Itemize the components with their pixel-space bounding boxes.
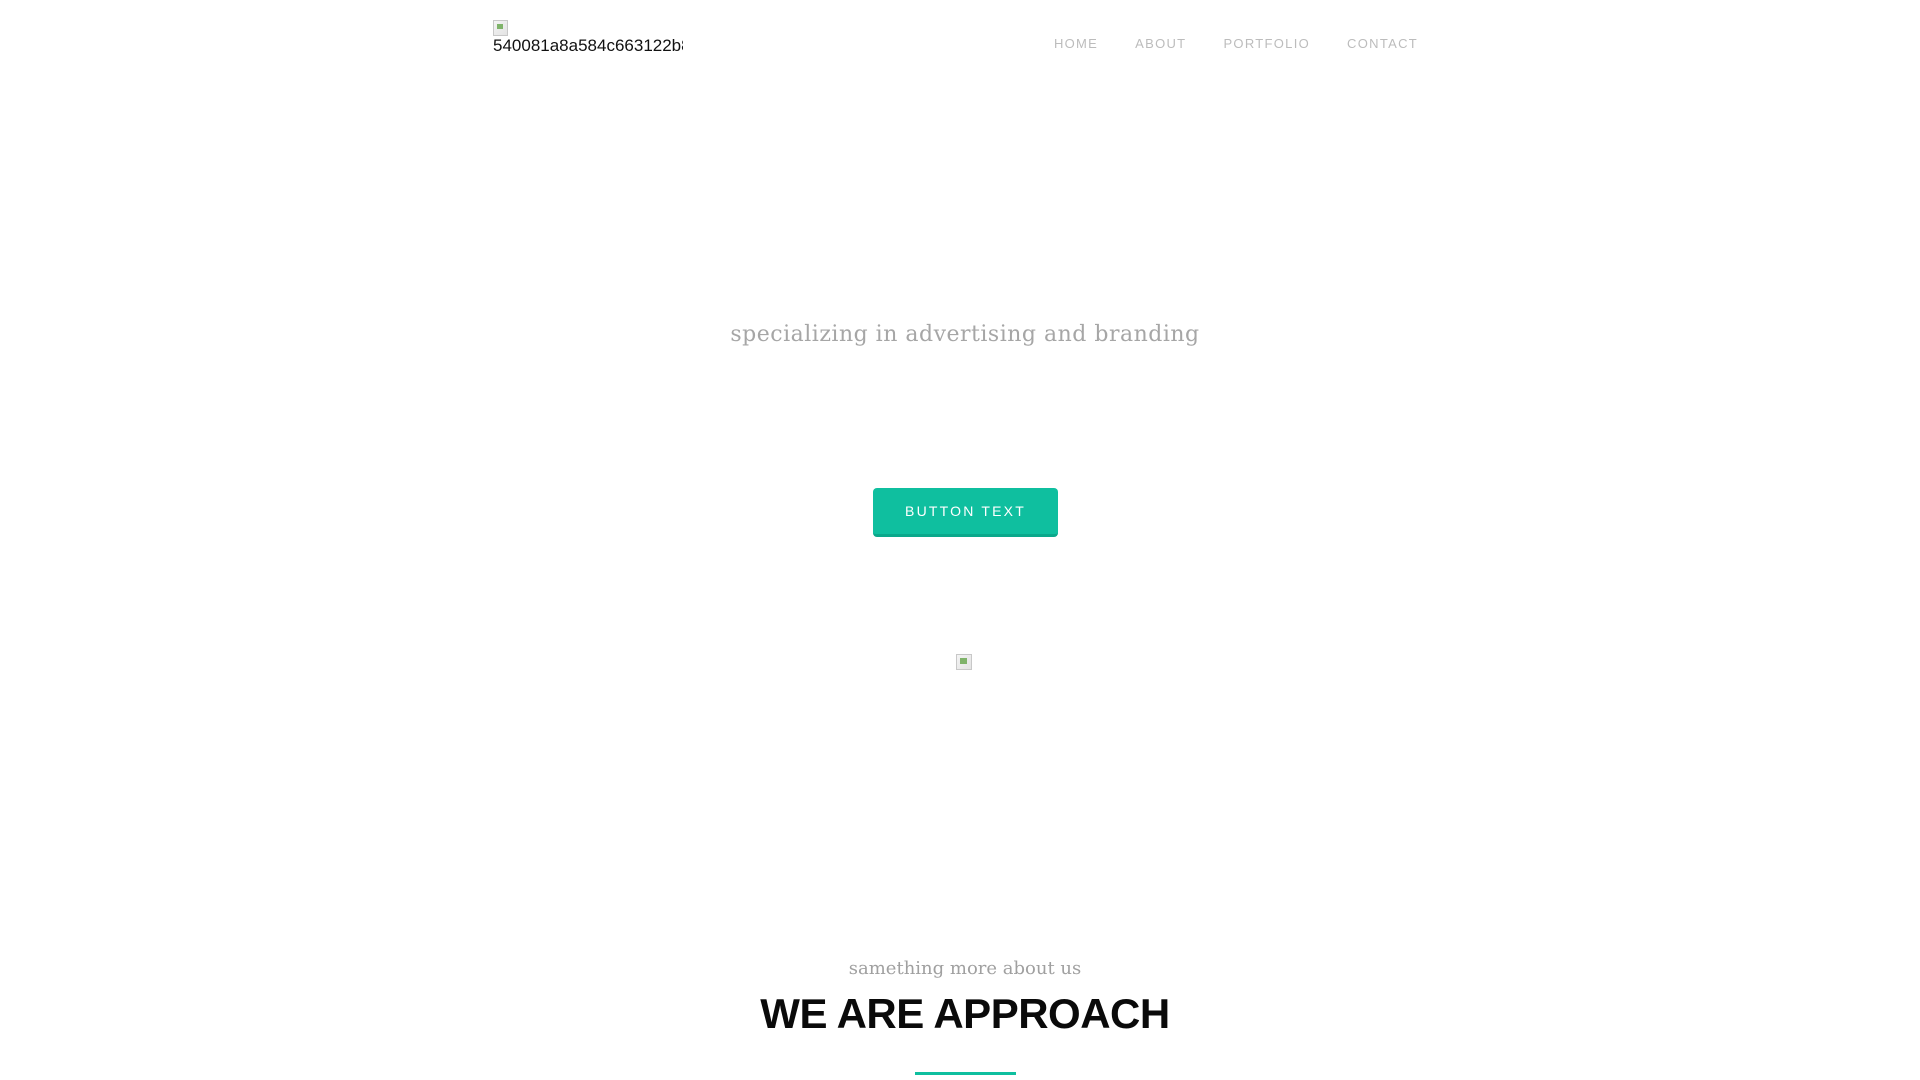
broken-image-icon [493,20,508,36]
section-divider [915,1072,1016,1075]
logo-alt-text: 540081a8a584c663122b89 [493,36,683,55]
hero-tagline: specializing in advertising and branding [730,322,1200,347]
nav-contact[interactable]: CONTACT [1347,36,1418,52]
hero-cta-button[interactable]: BUTTON TEXT [873,488,1058,537]
broken-image-icon [956,654,972,670]
nav-about[interactable]: ABOUT [1135,36,1186,52]
page: 540081a8a584c663122b89 HOME ABOUT PORTFO… [0,0,1920,1080]
nav-portfolio[interactable]: PORTFOLIO [1223,36,1310,52]
about-title: WE ARE APPROACH [760,990,1170,1037]
main-nav: HOME ABOUT PORTFOLIO CONTACT [1017,36,1418,52]
nav-home[interactable]: HOME [1054,36,1098,52]
about-subtitle: samething more about us [848,958,1082,979]
logo-link[interactable]: 540081a8a584c663122b89 [493,20,683,60]
site-header: 540081a8a584c663122b89 HOME ABOUT PORTFO… [0,0,1920,90]
